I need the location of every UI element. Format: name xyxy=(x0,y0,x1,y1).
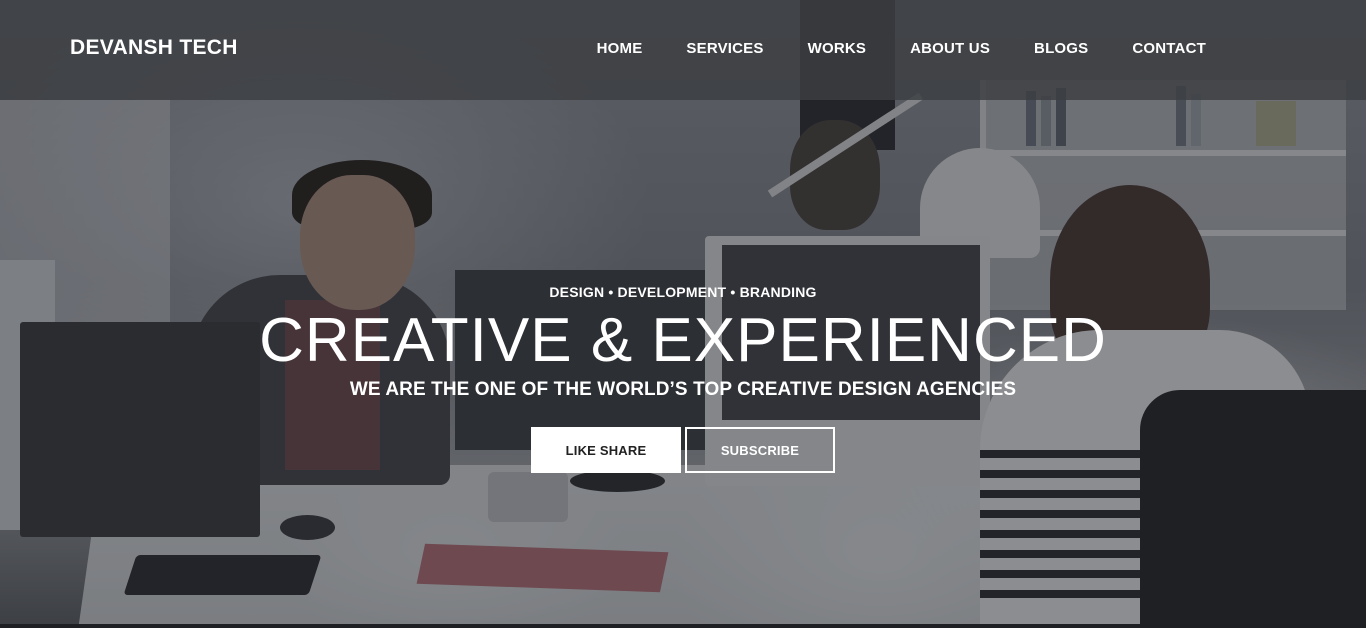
hero-section: DEVANSH TECH HOME SERVICES WORKS ABOUT U… xyxy=(0,0,1366,628)
nav-item-home: HOME xyxy=(597,40,643,58)
brand-logo[interactable]: DEVANSH TECH xyxy=(70,36,238,60)
hero-subheadline: WE ARE THE ONE OF THE WORLD’S TOP CREATI… xyxy=(349,379,1017,400)
subscribe-button[interactable]: SUBSCRIBE xyxy=(685,427,835,473)
nav-item-services: SERVICES xyxy=(686,40,763,58)
like-share-button[interactable]: LIKE SHARE xyxy=(531,427,681,473)
nav-link-contact[interactable]: CONTACT xyxy=(1132,40,1206,57)
nav-item-works: WORKS xyxy=(808,40,867,58)
main-nav: HOME SERVICES WORKS ABOUT US BLOGS CONTA… xyxy=(597,40,1206,58)
hero-buttons: LIKE SHARE SUBSCRIBE xyxy=(531,427,835,473)
nav-item-blogs: BLOGS xyxy=(1034,40,1088,58)
nav-item-contact: CONTACT xyxy=(1132,40,1206,58)
nav-link-services[interactable]: SERVICES xyxy=(686,40,763,57)
nav-link-home[interactable]: HOME xyxy=(597,40,643,57)
hero-tagline: DESIGN • DEVELOPMENT • BRANDING xyxy=(549,284,817,300)
nav-link-works[interactable]: WORKS xyxy=(808,40,867,57)
bottom-border xyxy=(0,624,1366,628)
nav-item-about-us: ABOUT US xyxy=(910,40,990,58)
hero-headline: CREATIVE & EXPERIENCED xyxy=(259,306,1107,375)
navbar: DEVANSH TECH HOME SERVICES WORKS ABOUT U… xyxy=(0,0,1366,100)
nav-link-blogs[interactable]: BLOGS xyxy=(1034,40,1088,57)
nav-link-about-us[interactable]: ABOUT US xyxy=(910,40,990,57)
